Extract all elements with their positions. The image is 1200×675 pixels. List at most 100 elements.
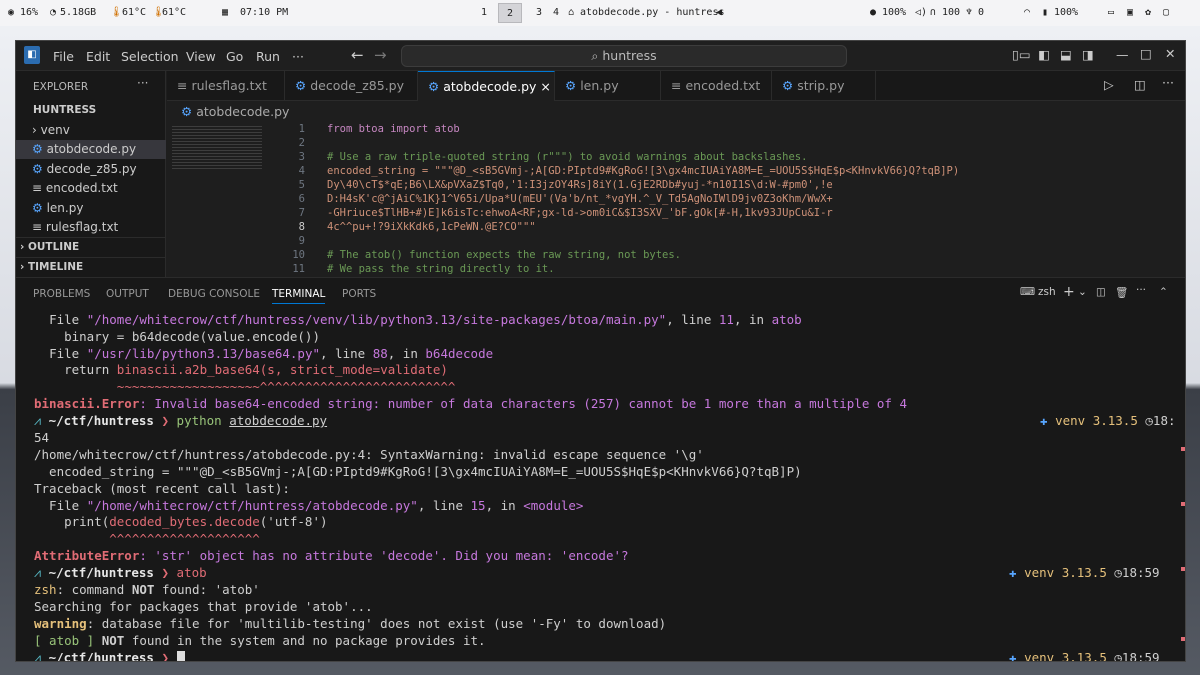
volume: 100 — [942, 7, 961, 18]
chevron-up-icon[interactable]: ⌃ — [1159, 286, 1168, 298]
menu-run[interactable]: Run — [256, 49, 280, 64]
new-terminal-icon[interactable]: + — [1063, 284, 1075, 300]
tab-terminal[interactable]: TERMINAL — [272, 288, 326, 304]
outline-section[interactable]: › OUTLINE — [16, 237, 166, 256]
tree-item-atobdecode[interactable]: ⚙ atobdecode.py — [16, 140, 166, 159]
minimize-icon[interactable]: — — [1116, 47, 1129, 62]
tree-item-decode-z85[interactable]: ⚙ decode_z85.py — [16, 160, 166, 179]
panel-more-icon[interactable]: ··· — [1136, 284, 1146, 296]
terminal-cursor — [176, 651, 185, 661]
tab-atobdecode[interactable]: ⚙ atobdecode.py × — [418, 71, 555, 101]
tree-item-label: decode_z85.py — [46, 162, 137, 176]
code-editor[interactable]: 1 2 3 4 5 6 7 8 9 10 11 from btoa import… — [167, 121, 1185, 277]
maximize-icon[interactable]: □ — [1140, 46, 1152, 61]
tab-label: strip.py — [797, 78, 845, 93]
text-file-icon: ≡ — [177, 78, 188, 93]
terminal-shell-name[interactable]: zsh — [1038, 286, 1056, 298]
folder-huntress[interactable]: HUNTRESS — [16, 101, 166, 120]
python-file-icon: ⚙ — [295, 78, 307, 93]
code-line: D:H4sK'c@^jAiC%1K}1^V65i/Upa*U(mEU'(Va'b… — [327, 193, 833, 205]
tree-item-len[interactable]: ⚙ len.py — [16, 199, 166, 218]
code-line: -GHriuce$TlHB+#)E]k6isTc:ehwoA<RF;gx-ld-… — [327, 207, 833, 219]
line-number: 11 — [292, 263, 305, 275]
python-icon: ✚ — [1009, 650, 1017, 662]
line-number: 7 — [298, 207, 305, 219]
menu-view[interactable]: View — [186, 49, 216, 64]
battery: 100% — [1054, 7, 1079, 18]
toggle-panel-icon[interactable]: ⬓ — [1060, 47, 1072, 62]
mic-icon: ♆ — [966, 7, 973, 18]
tab-len[interactable]: ⚙ len.py — [555, 71, 661, 101]
breadcrumb[interactable]: ⚙ atobdecode.py — [181, 104, 289, 119]
explorer-more-icon[interactable]: ··· — [137, 76, 148, 90]
menu-go[interactable]: Go — [226, 49, 243, 64]
tab-strip[interactable]: ⚙ strip.py — [772, 71, 876, 101]
tree-item-label: encoded.txt — [45, 181, 118, 195]
prompt-line: ⩘ ~/ctf/huntress ❯ atob — [34, 565, 207, 580]
back-arrow-icon[interactable]: ← — [351, 46, 364, 64]
editor-tabs: ≡ rulesflag.txt ⚙ decode_z85.py ⚙ atobde… — [167, 71, 1185, 101]
terminal-line: return binascii.a2b_base64(s, strict_mod… — [64, 362, 448, 377]
terminal-line: warning: database file for 'multilib-tes… — [34, 616, 667, 631]
code-line: encoded_string = """@D_<sB5GVmj-;A[GD:PI… — [327, 165, 960, 177]
split-editor-icon[interactable]: ◫ — [1134, 77, 1146, 92]
trash-icon[interactable]: 🗑 — [1115, 286, 1128, 299]
run-icon[interactable]: ▷ — [1104, 77, 1114, 92]
menu-file[interactable]: File — [53, 49, 74, 64]
python-icon: ✚ — [1040, 413, 1048, 428]
tab-rulesflag[interactable]: ≡ rulesflag.txt — [167, 71, 285, 101]
tab-problems[interactable]: PROBLEMS — [33, 288, 90, 300]
chevron-down-icon[interactable]: ⌄ — [1078, 286, 1087, 298]
timeline-section[interactable]: › TIMELINE — [16, 257, 166, 276]
tab-decode-z85[interactable]: ⚙ decode_z85.py — [285, 71, 418, 101]
temp-2: 61°C — [162, 7, 187, 18]
workspace-2[interactable]: 2 — [498, 3, 522, 23]
code-line: from btoa import atob — [327, 123, 460, 135]
tab-output[interactable]: OUTPUT — [106, 288, 149, 300]
toggle-secondary-sidebar-icon[interactable]: ◨ — [1082, 47, 1094, 62]
workspace-4[interactable]: 4 — [544, 3, 568, 23]
tab-close-icon[interactable]: × — [540, 79, 550, 94]
prompt-status-right: ✚ venv 3.13.5 ◷18:59 — [1009, 650, 1160, 662]
command-center-search[interactable]: ⌕ huntress — [401, 45, 847, 67]
python-file-icon: ⚙ — [32, 142, 43, 156]
terminal[interactable]: File "/home/whitecrow/ctf/huntress/venv/… — [16, 307, 1185, 662]
mic: 0 — [978, 7, 985, 18]
python-file-icon: ⚙ — [782, 78, 794, 93]
terminal-shell-icon: ⌨ — [1020, 286, 1036, 298]
close-window-icon[interactable]: ✕ — [1165, 46, 1175, 61]
menu-more[interactable]: ··· — [292, 49, 304, 64]
text-file-icon: ≡ — [32, 181, 43, 195]
forward-arrow-icon[interactable]: → — [374, 46, 387, 64]
tray-icon-4[interactable]: ▢ — [1163, 7, 1169, 18]
chevron-right-icon: › — [20, 261, 25, 273]
split-terminal-icon[interactable]: ◫ — [1096, 286, 1106, 298]
text-file-icon: ≡ — [671, 78, 682, 93]
menu-selection[interactable]: Selection — [121, 49, 179, 64]
editor-more-icon[interactable]: ··· — [1162, 75, 1174, 90]
terminal-line: File "/home/whitecrow/ctf/huntress/venv/… — [49, 312, 802, 327]
workspace-1[interactable]: 1 — [472, 3, 496, 23]
tray-icon-3[interactable]: ✿ — [1145, 7, 1151, 18]
minimap[interactable] — [172, 126, 262, 171]
layout-icon[interactable]: ▯▭ — [1012, 47, 1031, 62]
tab-ports[interactable]: PORTS — [342, 288, 376, 300]
tree-item-venv[interactable]: › venv — [16, 121, 166, 140]
tab-encoded[interactable]: ≡ encoded.txt — [661, 71, 772, 101]
tree-item-rulesflag[interactable]: ≡ rulesflag.txt — [16, 218, 166, 237]
terminal-line: File "/home/whitecrow/ctf/huntress/atobd… — [34, 498, 584, 513]
python-file-icon: ⚙ — [32, 201, 43, 215]
line-number: 5 — [298, 179, 305, 191]
system-topbar: ◉ 16% ◔ 5.18GB 🌡 61°C 🌡 61°C ▦ 07:10 PM … — [0, 0, 1200, 26]
tree-item-label: rulesflag.txt — [45, 220, 119, 234]
menu-edit[interactable]: Edit — [86, 49, 110, 64]
tray-icon-2[interactable]: ▣ — [1127, 7, 1133, 18]
tab-debug-console[interactable]: DEBUG CONSOLE — [168, 288, 260, 300]
breadcrumb-file: atobdecode.py — [196, 104, 290, 119]
clock: 07:10 PM — [240, 7, 289, 18]
wifi-icon[interactable]: ◠ — [1024, 7, 1030, 18]
toggle-sidebar-icon[interactable]: ◧ — [1038, 47, 1050, 62]
chevron-right-icon: › — [20, 241, 25, 253]
tray-icon-1[interactable]: ▭ — [1108, 7, 1114, 18]
tree-item-encoded[interactable]: ≡ encoded.txt — [16, 179, 166, 198]
